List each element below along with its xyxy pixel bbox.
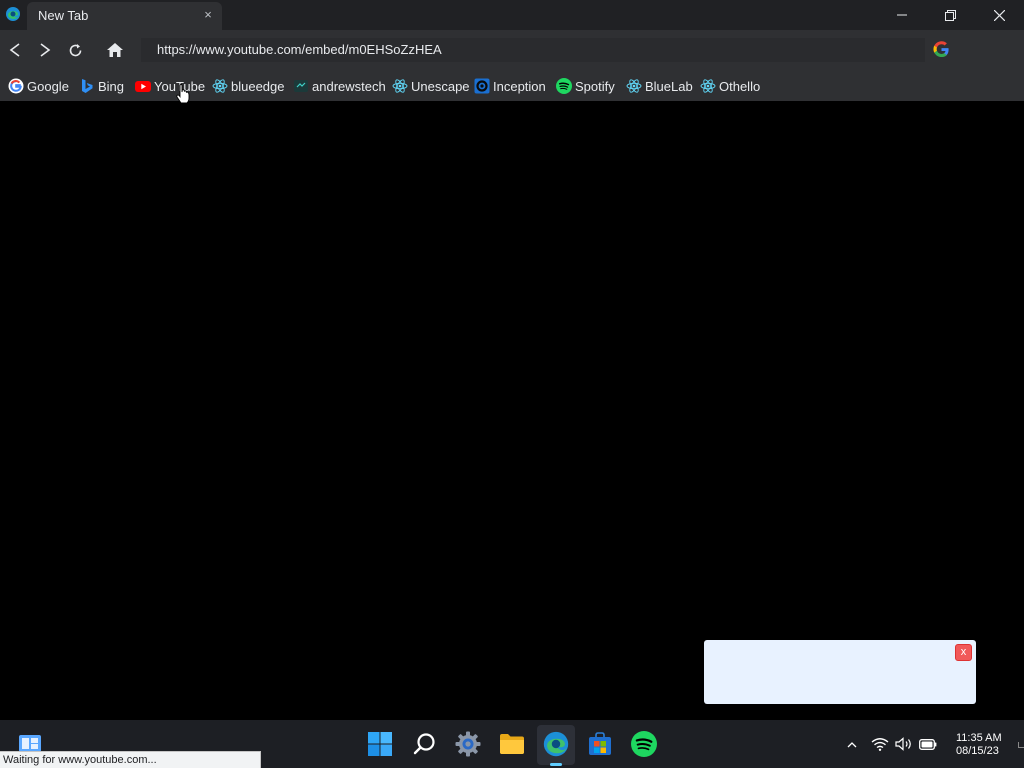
minimize-icon xyxy=(897,14,907,16)
search-icon xyxy=(413,733,435,755)
tray-battery[interactable] xyxy=(919,736,937,752)
widgets-icon[interactable] xyxy=(18,734,42,752)
close-window-button[interactable] xyxy=(976,0,1022,30)
bookmark-spotify[interactable]: Spotify xyxy=(556,76,615,96)
gear-icon xyxy=(455,731,481,757)
react-icon xyxy=(626,79,642,93)
bookmark-label: Google xyxy=(27,78,69,94)
bookmark-google[interactable]: Google xyxy=(8,76,69,96)
forward-icon xyxy=(40,43,51,57)
search-button[interactable] xyxy=(411,730,439,758)
bookmarks-bar: Google Bing YouTube blueedge andrewstech… xyxy=(0,70,1024,101)
edge-icon xyxy=(6,7,20,21)
bookmark-othello[interactable]: Othello xyxy=(700,76,760,96)
chevron-up-icon xyxy=(847,741,857,747)
clock-date[interactable]: 08/15/23 xyxy=(956,745,999,757)
bookmark-label: Othello xyxy=(719,78,761,94)
title-bar: New Tab × xyxy=(0,0,1024,30)
bookmark-unescape[interactable]: Unescape xyxy=(392,76,470,96)
bookmark-label: andrewstech xyxy=(312,78,386,94)
bookmark-inception[interactable]: Inception xyxy=(474,76,546,96)
page-viewport[interactable] xyxy=(0,101,1024,720)
start-button[interactable] xyxy=(366,730,394,758)
address-bar-url: https://www.youtube.com/embed/m0EHSoZzHE… xyxy=(157,42,442,57)
bookmark-label: blueedge xyxy=(231,78,285,94)
inception-icon xyxy=(474,78,490,94)
back-button[interactable] xyxy=(3,38,27,62)
info-toast xyxy=(704,640,976,704)
tray-overflow-button[interactable] xyxy=(843,736,861,752)
bookmark-label: BlueLab xyxy=(645,78,693,94)
address-bar[interactable]: https://www.youtube.com/embed/m0EHSoZzHE… xyxy=(141,38,925,62)
react-icon xyxy=(212,79,228,93)
taskbar-active-indicator xyxy=(550,763,562,766)
andrewstech-icon xyxy=(294,80,308,92)
tab-close-icon[interactable]: × xyxy=(199,6,217,24)
react-icon xyxy=(392,79,408,93)
spotify-icon xyxy=(631,731,657,757)
bookmark-bluelab[interactable]: BlueLab xyxy=(626,76,693,96)
bing-icon xyxy=(82,79,93,93)
store-icon xyxy=(589,732,611,755)
bookmark-label: Unescape xyxy=(411,78,470,94)
toolbar: https://www.youtube.com/embed/m0EHSoZzHE… xyxy=(0,30,1024,70)
taskbar-edge[interactable] xyxy=(542,730,570,758)
tab-title: New Tab xyxy=(38,8,89,23)
back-icon xyxy=(9,43,20,57)
restore-button[interactable] xyxy=(927,0,973,30)
bookmark-blueedge[interactable]: blueedge xyxy=(212,76,285,96)
taskbar-store[interactable] xyxy=(586,730,614,758)
tray-volume[interactable] xyxy=(895,736,913,752)
spotify-icon xyxy=(556,78,572,94)
wifi-icon xyxy=(871,738,889,751)
bookmark-label: Bing xyxy=(98,78,125,94)
edge-icon xyxy=(543,731,569,757)
tray-wifi[interactable] xyxy=(871,736,889,752)
battery-icon xyxy=(919,738,937,750)
toast-close-button[interactable]: x xyxy=(955,644,972,661)
taskbar-spotify[interactable] xyxy=(630,730,658,758)
taskbar-file-explorer[interactable] xyxy=(498,730,526,758)
bookmark-label: Spotify xyxy=(575,78,615,94)
restore-icon xyxy=(944,9,956,21)
reload-icon xyxy=(69,43,81,56)
bookmark-youtube[interactable]: YouTube xyxy=(135,76,205,96)
google-icon xyxy=(8,78,24,94)
home-button[interactable] xyxy=(103,38,127,62)
show-desktop-button[interactable] xyxy=(1018,742,1024,748)
reload-button[interactable] xyxy=(63,38,87,62)
tab-new-tab[interactable]: New Tab × xyxy=(27,2,222,30)
status-text: Waiting for www.youtube.com... xyxy=(3,754,157,766)
volume-icon xyxy=(895,737,911,751)
bookmark-bing[interactable]: Bing xyxy=(79,76,124,96)
react-icon xyxy=(700,79,716,93)
clock-time[interactable]: 11:35 AM xyxy=(956,732,1002,744)
bookmark-andrewstech[interactable]: andrewstech xyxy=(293,76,386,96)
hand-cursor-icon xyxy=(176,84,190,104)
folder-icon xyxy=(500,734,524,754)
minimize-button[interactable] xyxy=(879,0,925,30)
forward-button[interactable] xyxy=(33,38,57,62)
home-icon xyxy=(107,43,123,57)
youtube-icon xyxy=(135,81,151,92)
close-icon xyxy=(993,9,1005,21)
google-search-icon[interactable] xyxy=(933,41,950,58)
windows-logo-icon xyxy=(368,732,392,756)
status-bar: Waiting for www.youtube.com... xyxy=(0,751,261,768)
taskbar-settings[interactable] xyxy=(454,730,482,758)
bookmark-label: Inception xyxy=(493,78,546,94)
